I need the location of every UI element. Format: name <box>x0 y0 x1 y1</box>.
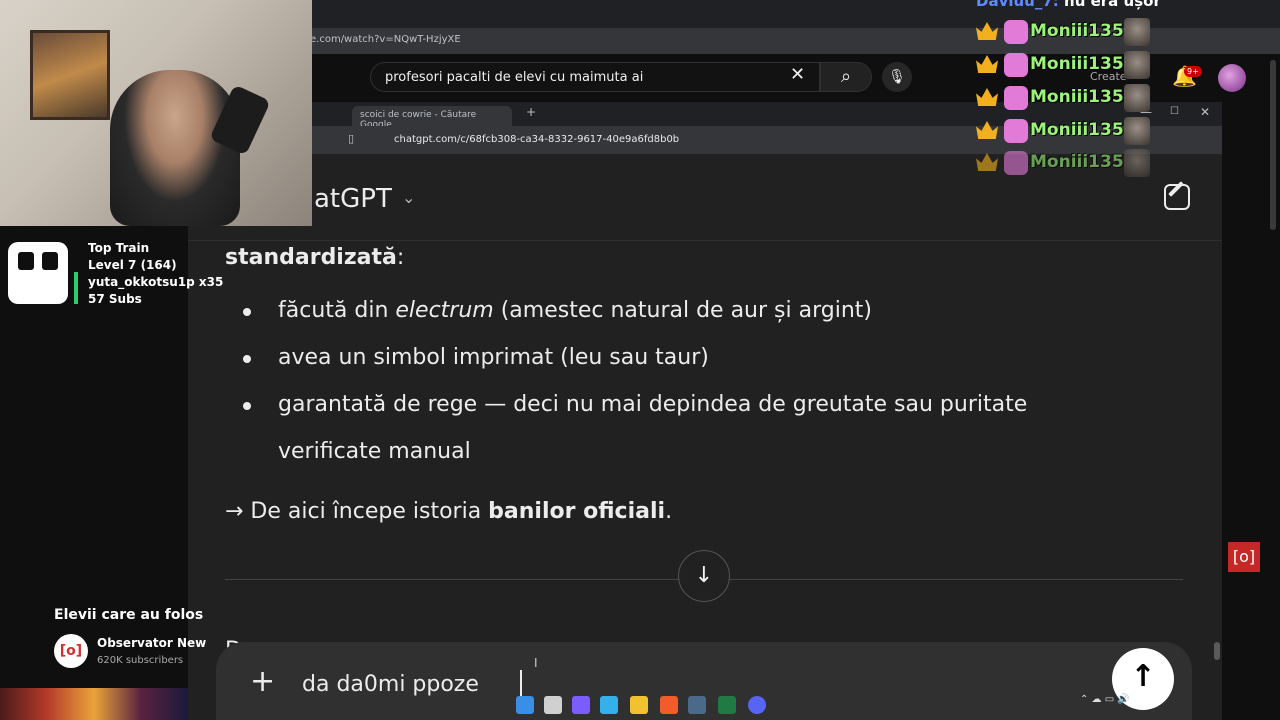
chatgpt-url[interactable]: chatgpt.com/c/68fcb308-ca34-8332-9617-40… <box>394 134 679 145</box>
bullet-dot <box>243 402 251 410</box>
maximize-button[interactable]: ☐ <box>1170 106 1179 117</box>
mouse-cursor: I <box>534 656 538 670</box>
discord-icon[interactable] <box>748 696 766 714</box>
list-item: făcută din electrum (amestec natural de … <box>278 298 872 323</box>
system-tray[interactable]: ⌃ ☁ ▭ 🔊 <box>1080 694 1130 705</box>
list-item: garantată de rege — deci nu mai depindea… <box>278 392 1028 417</box>
list-item: avea un simbol imprimat (leu sau taur) <box>278 345 709 370</box>
youtube-scrollbar[interactable] <box>1270 60 1276 230</box>
emote-face <box>1124 117 1150 145</box>
steam-icon[interactable] <box>688 696 706 714</box>
emote-face <box>1124 18 1150 46</box>
search-icon[interactable]: ⌕ <box>820 62 872 92</box>
top-train-subs: 57 Subs <box>88 292 142 306</box>
arrow-down-icon[interactable]: ↓ <box>678 550 730 602</box>
video-title[interactable]: Elevii care au folos <box>54 607 203 623</box>
new-tab-button[interactable]: + <box>526 105 536 119</box>
close-window-button[interactable]: ✕ <box>1200 105 1210 119</box>
emote-icon <box>1004 53 1028 77</box>
excel-icon[interactable] <box>718 696 736 714</box>
top-train-level: Level 7 (164) <box>88 258 177 272</box>
channel-name[interactable]: Observator New <box>97 636 206 650</box>
background-painting <box>30 30 110 120</box>
plus-icon[interactable]: + <box>250 664 275 699</box>
app-icon[interactable] <box>572 696 590 714</box>
mic-icon[interactable]: 🎙 <box>882 62 912 92</box>
chatgpt-scrollbar[interactable] <box>1214 642 1220 660</box>
train-icon <box>8 242 68 304</box>
tab-google-search[interactable]: scoici de cowrie - Căutare Google <box>352 106 512 130</box>
emote-face <box>1124 149 1150 177</box>
youtube-search-input[interactable]: profesori pacalti de elevi cu maimuta ai <box>370 62 820 92</box>
top-train-user: yuta_okkotsu1p x35 <box>88 275 224 289</box>
windows-start-icon[interactable] <box>516 696 534 714</box>
header-divider <box>188 240 1222 241</box>
youtube-url[interactable]: e.com/watch?v=NQwT-HzjyXE <box>310 34 461 45</box>
app-icon[interactable] <box>600 696 618 714</box>
top-train-title: Top Train <box>88 241 150 255</box>
bookmark-icon[interactable]: ▯ <box>348 132 354 145</box>
emote-icon <box>1004 20 1028 44</box>
notification-badge: 9+ <box>1184 66 1202 77</box>
emote-face <box>1124 51 1150 79</box>
file-explorer-icon[interactable] <box>630 696 648 714</box>
channel-avatar[interactable]: [o] <box>54 634 88 668</box>
channel-subscribers: 620K subscribers <box>97 655 184 666</box>
thumbnail-strip <box>0 688 188 720</box>
train-progress-bar <box>74 272 78 304</box>
task-view-icon[interactable] <box>544 696 562 714</box>
brave-browser-icon[interactable] <box>660 696 678 714</box>
chat-message: Daviuu_7: nu era ușor <box>976 0 1161 10</box>
edit-icon[interactable] <box>1164 184 1190 210</box>
emote-face <box>1124 84 1150 112</box>
bullet-dot <box>243 355 251 363</box>
webcam-overlay <box>0 0 312 226</box>
streamer <box>110 70 240 226</box>
message-heading: standardizată: <box>225 245 405 270</box>
conclusion-line: → De aici începe istoria banilor oficial… <box>225 499 673 524</box>
bullet-dot <box>243 308 251 316</box>
list-item-continuation: verificate manual <box>278 439 471 464</box>
chevron-down-icon[interactable]: ⌄ <box>402 188 415 207</box>
top-train-widget: Top Train Level 7 (164) yuta_okkotsu1p x… <box>88 240 223 308</box>
emote-icon <box>1004 151 1028 175</box>
emote-icon <box>1004 119 1028 143</box>
prompt-input[interactable]: da da0mi ppoze <box>302 672 479 697</box>
emote-icon <box>1004 86 1028 110</box>
close-icon[interactable]: ✕ <box>790 64 805 85</box>
record-icon[interactable]: [o] <box>1228 542 1260 572</box>
chatgpt-page: atGPT ⌄ standardizată: făcută din electr… <box>188 154 1222 720</box>
avatar[interactable] <box>1218 64 1246 92</box>
page-title[interactable]: atGPT <box>314 184 392 214</box>
taskbar <box>500 690 780 720</box>
